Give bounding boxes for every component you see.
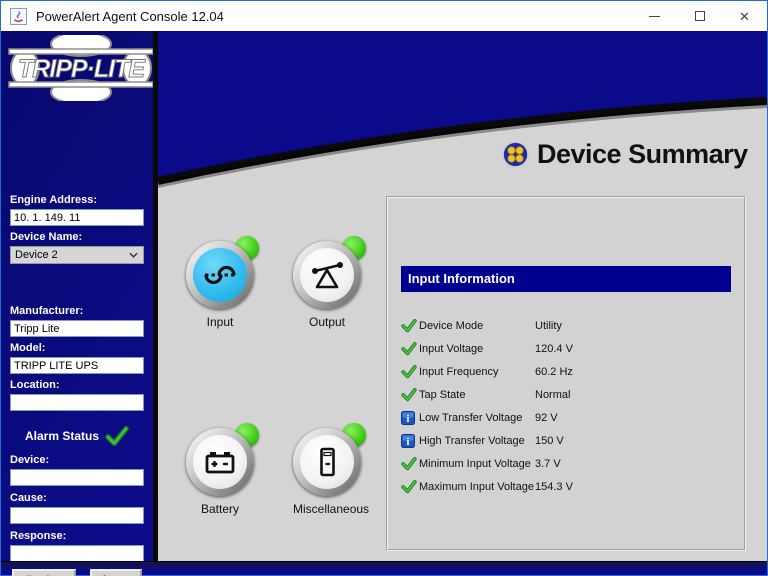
panel-title: Input Information (401, 266, 731, 292)
info-row: i High Transfer Voltage 150 V (388, 429, 744, 452)
bottom-bar (1, 561, 767, 568)
device-name-select[interactable]: Device 2 (10, 246, 144, 264)
check-icon (401, 387, 417, 401)
engine-address-label: Engine Address: (10, 194, 97, 206)
info-label: High Transfer Voltage (419, 434, 525, 447)
info-row: Input Frequency 60.2 Hz (388, 360, 744, 383)
info-label: Maximum Input Voltage (419, 480, 534, 493)
device-summary-icon (501, 140, 530, 169)
maximize-icon (694, 11, 705, 21)
manufacturer-input[interactable] (10, 320, 144, 337)
close-icon: ✕ (739, 8, 750, 24)
info-value: Normal (535, 388, 571, 401)
maximize-button[interactable] (677, 1, 722, 31)
info-value: 92 V (535, 411, 558, 424)
info-value: 150 V (535, 434, 564, 447)
info-row: Input Voltage 120.4 V (388, 337, 744, 360)
device-button[interactable]: Device (12, 569, 76, 576)
sidebar: Engine Address: Device Name: Device 2 Ma… (1, 161, 153, 576)
miscellaneous-button[interactable]: Miscellaneous (293, 423, 370, 516)
app-body: TRIPP·LITE Status (1, 31, 767, 576)
cause-label: Cause: (10, 492, 47, 504)
info-row: Maximum Input Voltage 154.3 V (388, 475, 744, 498)
input-information-panel: Input Information Device Mode Utility In… (386, 196, 746, 551)
minimize-button[interactable] (632, 1, 677, 31)
info-label: Input Voltage (419, 342, 484, 355)
info-icon: i (401, 410, 415, 425)
model-input[interactable] (10, 357, 144, 374)
info-value: Utility (535, 319, 562, 332)
alarm-status-check-icon (105, 426, 129, 446)
info-value: 60.2 Hz (535, 365, 573, 378)
svg-text:TRIPP·LITE: TRIPP·LITE (18, 55, 146, 83)
info-label: Device Mode (419, 319, 484, 332)
page-title: Device Summary (537, 139, 748, 169)
info-value: 3.7 V (535, 457, 561, 470)
output-icon (300, 248, 354, 302)
java-app-icon (10, 7, 27, 25)
engine-address-input[interactable] (10, 209, 144, 226)
model-label: Model: (10, 342, 46, 354)
cause-input[interactable] (10, 507, 144, 524)
info-label: Input Frequency (419, 365, 499, 378)
sidebar-logs-button[interactable]: Logs (90, 569, 142, 576)
app-window: PowerAlert Agent Console 12.04 ✕ TRIPP·L… (0, 0, 768, 576)
svg-text:i: i (407, 436, 410, 447)
check-icon (401, 341, 417, 355)
chevron-down-icon (129, 249, 138, 261)
check-icon (401, 456, 417, 470)
location-label: Location: (10, 379, 60, 391)
tripp-lite-logo: TRIPP·LITE (7, 31, 155, 105)
alarm-status-label: Alarm Status (24, 429, 100, 443)
output-button[interactable]: Output (293, 236, 366, 329)
window-title: PowerAlert Agent Console 12.04 (36, 8, 224, 24)
info-label: Tap State (419, 388, 466, 401)
title-bar: PowerAlert Agent Console 12.04 ✕ (1, 1, 767, 31)
info-row: Minimum Input Voltage 3.7 V (388, 452, 744, 475)
location-input[interactable] (10, 394, 144, 411)
minimize-icon (649, 15, 660, 17)
info-rows: Device Mode Utility Input Voltage 120.4 … (388, 314, 744, 498)
input-label: Input (206, 315, 234, 329)
info-label: Minimum Input Voltage (419, 457, 531, 470)
battery-button[interactable]: Battery (186, 423, 259, 516)
info-row: Device Mode Utility (388, 314, 744, 337)
check-icon (401, 364, 417, 378)
svg-text:i: i (407, 413, 410, 424)
check-icon (401, 318, 417, 332)
input-button[interactable]: Input (186, 236, 259, 329)
info-value: 154.3 V (535, 480, 573, 493)
device-label: Device: (10, 454, 50, 466)
response-input[interactable] (10, 545, 144, 562)
device-input[interactable] (10, 469, 144, 486)
info-icon: i (401, 433, 415, 448)
output-label: Output (308, 315, 346, 329)
check-icon (401, 479, 417, 493)
device-name-label: Device Name: (10, 231, 83, 243)
info-row: i Low Transfer Voltage 92 V (388, 406, 744, 429)
battery-label: Battery (200, 502, 239, 516)
device-name-value: Device 2 (15, 249, 58, 261)
info-row: Tap State Normal (388, 383, 744, 406)
info-label: Low Transfer Voltage (419, 411, 523, 424)
miscellaneous-label: Miscellaneous (293, 502, 370, 516)
close-button[interactable]: ✕ (722, 1, 767, 31)
battery-icon (193, 435, 247, 489)
response-label: Response: (10, 530, 67, 542)
main-content: Device Summary Input Output Battery Misc… (153, 31, 767, 568)
miscellaneous-icon (300, 435, 354, 489)
manufacturer-label: Manufacturer: (10, 305, 84, 317)
info-value: 120.4 V (535, 342, 573, 355)
input-icon (193, 248, 247, 302)
